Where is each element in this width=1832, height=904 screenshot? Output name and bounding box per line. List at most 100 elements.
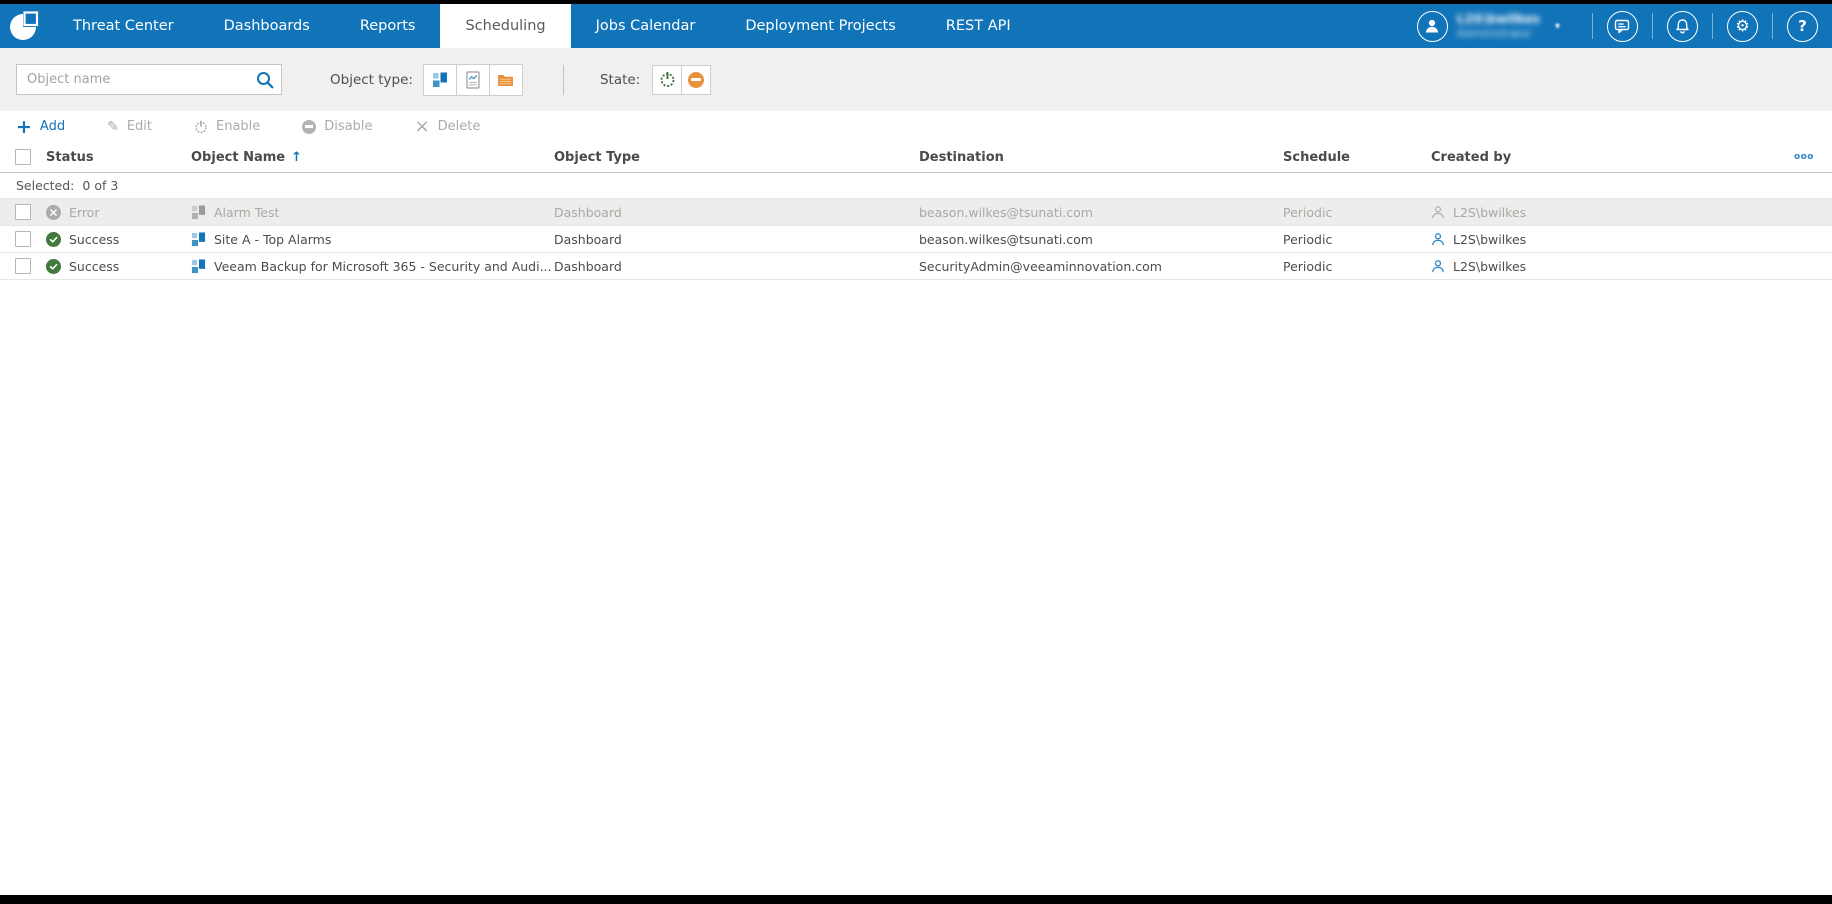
status-label: Success xyxy=(69,231,120,247)
object-name-label: Alarm Test xyxy=(214,204,280,220)
filter-dashboards-button[interactable] xyxy=(422,63,457,96)
divider xyxy=(1712,13,1713,39)
table-row[interactable]: Error Alarm Test Dashboard beason.wilkes… xyxy=(0,199,1832,226)
enable-button[interactable]: Enable xyxy=(194,119,260,134)
table-row[interactable]: Success Veeam Backup for Microsoft 365 -… xyxy=(0,253,1832,280)
error-icon xyxy=(46,204,61,220)
disabled-icon xyxy=(688,71,705,88)
success-icon xyxy=(46,231,61,247)
person-icon xyxy=(1432,260,1444,273)
nav-tab-dashboards[interactable]: Dashboards xyxy=(199,4,335,48)
action-toolbar: + Add ✎ Edit Enable Disable × Delete xyxy=(0,111,1832,142)
created-by-cell: L2S\bwilkes xyxy=(1431,205,1786,220)
column-header-schedule[interactable]: Schedule xyxy=(1283,150,1431,165)
feedback-button[interactable] xyxy=(1607,10,1638,42)
user-role: Administrator xyxy=(1456,26,1532,40)
destination-label: beason.wilkes@tsunati.com xyxy=(919,231,1093,247)
divider xyxy=(562,64,564,95)
divider xyxy=(1592,13,1593,39)
edit-label: Edit xyxy=(126,119,153,134)
schedule-label: Periodic xyxy=(1283,231,1333,247)
created-by-label: L2S\bwilkes xyxy=(1453,204,1527,220)
object-type-label: Object type: xyxy=(330,71,413,88)
created-by-cell: L2S\bwilkes xyxy=(1431,259,1786,274)
help-icon: ? xyxy=(1798,17,1807,35)
created-by-cell: L2S\bwilkes xyxy=(1431,232,1786,247)
dashboard-icon xyxy=(191,258,206,273)
help-button[interactable]: ? xyxy=(1787,10,1818,42)
table-row[interactable]: Success Site A - Top Alarms Dashboard be… xyxy=(0,226,1832,253)
created-by-label: L2S\bwilkes xyxy=(1453,258,1527,274)
nav-right: L2S\bwilkes Administrator ▾ ⚙ ? xyxy=(1416,4,1832,48)
notifications-button[interactable] xyxy=(1667,10,1698,42)
search-icon xyxy=(257,72,274,89)
state-filter-group xyxy=(652,64,712,95)
column-header-status[interactable]: Status xyxy=(46,150,191,165)
pie-logo-icon xyxy=(10,10,40,40)
folder-icon xyxy=(498,75,514,86)
filter-enabled-button[interactable] xyxy=(652,64,683,95)
divider xyxy=(1652,13,1653,39)
column-header-created-by[interactable]: Created by xyxy=(1431,150,1786,165)
settings-button[interactable]: ⚙ xyxy=(1727,10,1758,42)
status-cell: Error xyxy=(46,204,191,220)
nav-tab-threat-center[interactable]: Threat Center xyxy=(48,4,199,48)
filter-bar: Object type: xyxy=(0,48,1832,111)
nav-tab-jobs-calendar[interactable]: Jobs Calendar xyxy=(571,4,721,48)
object-name-cell: Veeam Backup for Microsoft 365 - Securit… xyxy=(191,259,554,274)
selected-count: 0 of 3 xyxy=(82,178,119,193)
user-menu[interactable]: L2S\bwilkes Administrator ▾ xyxy=(1416,10,1560,42)
disable-button[interactable]: Disable xyxy=(302,119,373,134)
row-checkbox[interactable] xyxy=(15,204,31,220)
table-header: Status Object Name ↑ Object Type Destina… xyxy=(0,142,1832,173)
bell-icon xyxy=(1676,18,1689,34)
search-button[interactable] xyxy=(255,70,275,90)
select-all-checkbox[interactable] xyxy=(15,149,31,165)
nav-tab-reports[interactable]: Reports xyxy=(335,4,441,48)
nav-tabs: Threat Center Dashboards Reports Scheduling… xyxy=(48,4,1036,48)
column-header-object-name[interactable]: Object Name ↑ xyxy=(191,150,554,165)
letterbox-bottom xyxy=(0,895,1832,904)
person-icon xyxy=(1426,19,1439,33)
avatar xyxy=(1416,10,1448,42)
success-icon xyxy=(46,258,61,274)
chevron-down-icon: ▾ xyxy=(1554,20,1560,32)
selection-summary: Selected: 0 of 3 xyxy=(0,173,1832,199)
status-cell: Success xyxy=(46,258,191,274)
object-name-cell: Site A - Top Alarms xyxy=(191,232,554,247)
nav-tab-scheduling[interactable]: Scheduling xyxy=(440,4,571,48)
user-text: L2S\bwilkes Administrator xyxy=(1457,11,1540,40)
app-logo[interactable] xyxy=(0,4,48,48)
object-type-filter-group xyxy=(422,63,523,96)
top-nav: Threat Center Dashboards Reports Scheduling… xyxy=(0,4,1832,48)
dashboard-icon xyxy=(191,231,206,246)
add-label: Add xyxy=(39,119,66,134)
dashboard-icon xyxy=(432,72,447,87)
nav-tab-deployment-projects[interactable]: Deployment Projects xyxy=(720,4,920,48)
dashboard-icon xyxy=(191,204,206,219)
filter-disabled-button[interactable] xyxy=(681,64,712,95)
nav-tab-rest-api[interactable]: REST API xyxy=(921,4,1036,48)
app-frame: Threat Center Dashboards Reports Scheduling… xyxy=(0,0,1832,904)
delete-button[interactable]: × Delete xyxy=(415,117,481,135)
add-button[interactable]: + Add xyxy=(16,117,66,136)
filter-folders-button[interactable] xyxy=(488,63,523,96)
destination-label: SecurityAdmin@veeaminnovation.com xyxy=(919,258,1162,274)
divider xyxy=(1772,13,1773,39)
disabled-icon xyxy=(302,119,317,134)
state-label: State: xyxy=(599,71,641,88)
created-by-label: L2S\bwilkes xyxy=(1453,231,1527,247)
search-box xyxy=(16,64,282,95)
column-options-icon[interactable]: ooo xyxy=(1794,152,1832,162)
edit-button[interactable]: ✎ Edit xyxy=(107,119,152,134)
search-input[interactable] xyxy=(16,64,282,95)
row-checkbox[interactable] xyxy=(15,258,31,274)
enable-label: Enable xyxy=(216,119,261,134)
filter-reports-button[interactable] xyxy=(455,63,490,96)
column-header-destination[interactable]: Destination xyxy=(919,150,1283,165)
row-checkbox[interactable] xyxy=(15,231,31,247)
column-header-object-type[interactable]: Object Type xyxy=(554,150,919,165)
power-icon xyxy=(660,72,675,87)
object-name-cell: Alarm Test xyxy=(191,205,554,220)
selected-label: Selected: xyxy=(16,178,75,193)
